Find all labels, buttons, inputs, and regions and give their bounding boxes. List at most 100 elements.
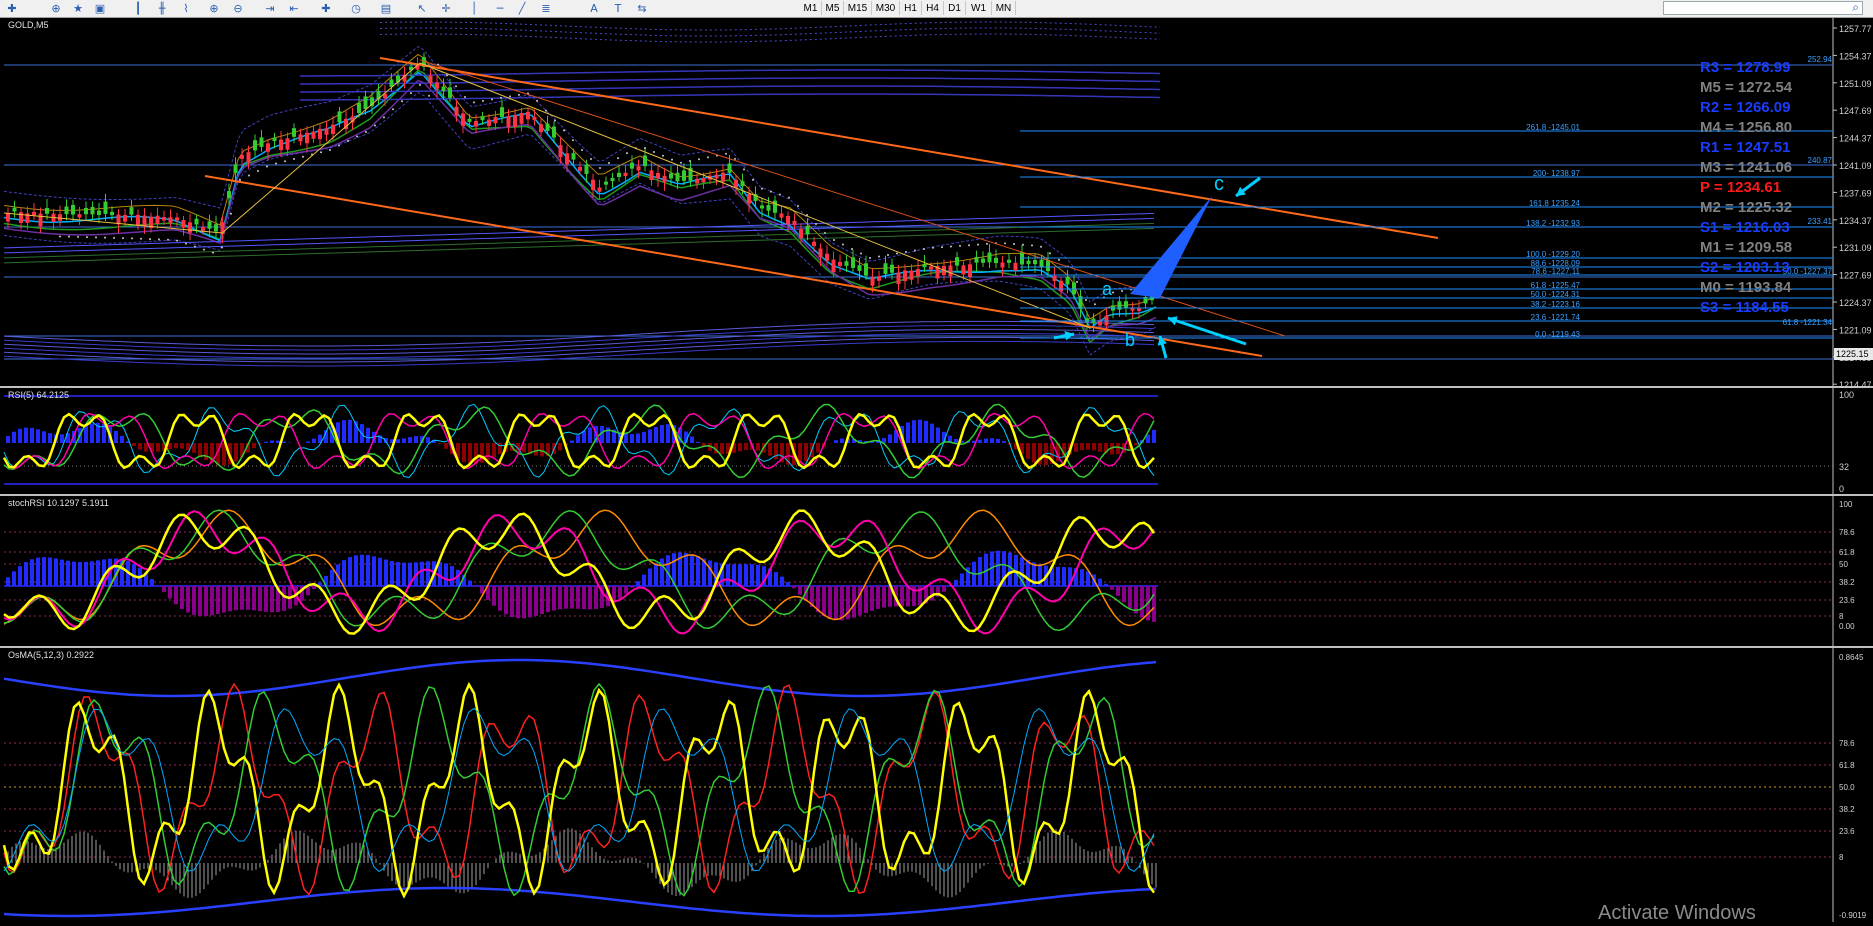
fibo-icon[interactable]: ≣	[538, 1, 554, 15]
stochrsi-histogram-bar	[510, 586, 514, 617]
text-label-tool[interactable]: T	[610, 1, 626, 15]
price-tick-label: 1254.37	[1839, 51, 1872, 61]
indicators-icon[interactable]: ✚	[318, 1, 334, 15]
main-toolbar: ✚ ⊕ ★ ▣ ┃ ╫ ⌇ ⊕ ⊖ ⇥ ⇤ ✚ ◷ ▤ ↖ ✛ │ ─ ╱ ≣ …	[0, 0, 1873, 18]
favorites-icon[interactable]: ★	[70, 1, 86, 15]
stochrsi-histogram-bar	[798, 586, 802, 595]
sar-dot	[905, 251, 907, 253]
arrows-icon[interactable]: ⇆	[634, 1, 650, 15]
candle-body	[520, 113, 524, 124]
timeframe-h4[interactable]: H4	[922, 1, 944, 15]
cursor-icon[interactable]: ↖	[414, 1, 430, 15]
stochrsi-histogram-bar	[708, 560, 712, 586]
templates-icon[interactable]: ▤	[378, 1, 394, 15]
stochrsi-histogram-bar	[168, 586, 172, 599]
stochrsi-histogram-bar	[642, 575, 646, 586]
pivot-level: M5 = 1272.54	[1700, 78, 1840, 98]
sar-dot	[815, 223, 817, 225]
bar-chart-icon[interactable]: ┃	[130, 1, 146, 15]
candle-body	[1072, 282, 1076, 294]
sar-dot	[752, 179, 754, 181]
candle-body	[312, 132, 316, 139]
sar-dot	[221, 247, 223, 249]
osma-scale-label: 38.2	[1839, 805, 1855, 814]
candle-body	[474, 121, 478, 127]
sar-dot	[257, 170, 259, 172]
candle-body	[448, 87, 452, 98]
sar-dot	[590, 158, 592, 160]
zoom-in-icon[interactable]: ⊕	[206, 1, 222, 15]
stochrsi-pane-label: stochRSI 10.1297 5.1911	[8, 498, 109, 508]
timeframe-m5[interactable]: M5	[822, 1, 844, 15]
sar-dot	[671, 159, 673, 161]
stochrsi-histogram-bar	[960, 574, 964, 586]
stochrsi-histogram-bar	[618, 586, 622, 599]
stochrsi-histogram-bar	[360, 555, 364, 586]
sar-dot	[680, 162, 682, 164]
stochrsi-histogram-bar	[1152, 586, 1156, 622]
stochrsi-histogram-bar	[468, 581, 472, 586]
periods-icon[interactable]: ◷	[348, 1, 364, 15]
timeframe-m15[interactable]: M15	[844, 1, 872, 15]
timeframe-m1[interactable]: M1	[800, 1, 822, 15]
search-input[interactable]	[1663, 1, 1863, 15]
horizontal-line-icon[interactable]: ─	[492, 1, 508, 15]
candle-body	[656, 173, 660, 178]
stochrsi-histogram-bar	[78, 562, 82, 586]
stochrsi-histogram-bar	[222, 586, 226, 613]
candle-body	[897, 273, 901, 284]
crosshair-icon[interactable]: ⊕	[48, 1, 64, 15]
timeframe-d1[interactable]: D1	[944, 1, 966, 15]
trendline-icon[interactable]: ╱	[514, 1, 530, 15]
vertical-line-icon[interactable]: │	[466, 1, 482, 15]
chart-canvas[interactable]: 1257.771254.371251.091247.691244.371241.…	[0, 18, 1873, 922]
candle-body	[903, 270, 907, 281]
chart-window[interactable]: 1257.771254.371251.091247.691244.371241.…	[0, 18, 1873, 922]
sar-dot	[68, 236, 70, 238]
candle-body	[747, 194, 751, 204]
candle-body	[195, 219, 199, 225]
line-chart-icon[interactable]: ⌇	[178, 1, 194, 15]
stochrsi-histogram-bar	[534, 586, 538, 616]
rsi-histogram-bar	[990, 438, 994, 443]
sar-dot	[347, 140, 349, 142]
fibo-level-label: 23.6 -1221.74	[1531, 313, 1581, 322]
zoom-out-icon[interactable]: ⊖	[230, 1, 246, 15]
sar-dot	[248, 175, 250, 177]
candles-icon[interactable]: ╫	[154, 1, 170, 15]
candle-body	[845, 261, 849, 266]
sar-dot	[1049, 252, 1051, 254]
timeframe-mn[interactable]: MN	[992, 1, 1016, 15]
rsi-histogram-bar	[408, 437, 412, 443]
search-icon[interactable]: ⌕	[1852, 0, 1859, 15]
rsi-histogram-bar	[756, 443, 760, 451]
sar-dot	[59, 235, 61, 237]
stochrsi-histogram-bar	[12, 571, 16, 586]
shift-icon[interactable]: ⇤	[286, 1, 302, 15]
candle-body	[435, 83, 439, 89]
navigator-icon[interactable]: ▣	[92, 1, 108, 15]
rsi-histogram-bar	[540, 443, 544, 456]
sar-dot	[689, 160, 691, 162]
stochrsi-histogram-bar	[582, 586, 586, 609]
top-envelope-line	[380, 22, 1160, 30]
timeframe-w1[interactable]: W1	[966, 1, 992, 15]
text-tool[interactable]: A	[586, 1, 602, 15]
sar-dot	[167, 239, 169, 241]
candle-body	[1124, 301, 1128, 308]
candle-body	[682, 170, 686, 180]
rsi-scale-label: 0	[1839, 484, 1844, 494]
sar-dot	[419, 84, 421, 86]
crosshair-tool-icon[interactable]: ✛	[438, 1, 454, 15]
candle-body	[1053, 276, 1057, 281]
purple-ma-line	[4, 81, 1156, 340]
sar-dot	[365, 131, 367, 133]
timeframe-h1[interactable]: H1	[900, 1, 922, 15]
timeframe-m30[interactable]: M30	[872, 1, 900, 15]
rsi-histogram-bar	[90, 423, 94, 443]
fibo-level-label: 161.8 1235.24	[1529, 199, 1581, 208]
autoscroll-icon[interactable]: ⇥	[262, 1, 278, 15]
new-chart-icon[interactable]: ✚	[4, 1, 20, 15]
rsi-histogram-bar	[18, 429, 22, 443]
rsi-histogram-bar	[180, 443, 184, 449]
